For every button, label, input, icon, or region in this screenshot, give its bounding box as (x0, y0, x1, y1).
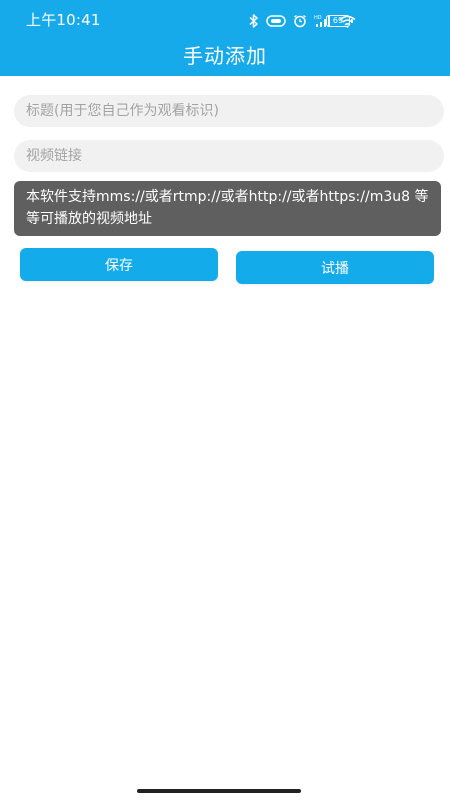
video-link-field[interactable] (14, 140, 444, 172)
battery-icon: 69 (326, 15, 353, 27)
nfc-icon (266, 15, 286, 27)
title-field[interactable] (14, 95, 444, 127)
status-time: 上午10:41 (26, 11, 101, 29)
screen: 上午10:41 HD 69 手动添加 标题(用于您自己作为观看标识) 视频链接 … (0, 0, 450, 800)
video-link-input[interactable] (24, 147, 434, 165)
save-button[interactable]: 保存 (20, 248, 218, 281)
home-indicator[interactable] (137, 789, 301, 793)
alarm-icon (293, 14, 307, 28)
app-header: 上午10:41 HD 69 手动添加 (0, 0, 450, 76)
try-play-button[interactable]: 试播 (236, 251, 434, 284)
bluetooth-icon (249, 14, 259, 28)
title-input[interactable] (24, 102, 434, 120)
supported-protocols-hint: 本软件支持mms://或者rtmp://或者http://或者https://m… (14, 181, 441, 236)
page-title: 手动添加 (183, 44, 267, 68)
svg-text:HD: HD (314, 15, 322, 21)
